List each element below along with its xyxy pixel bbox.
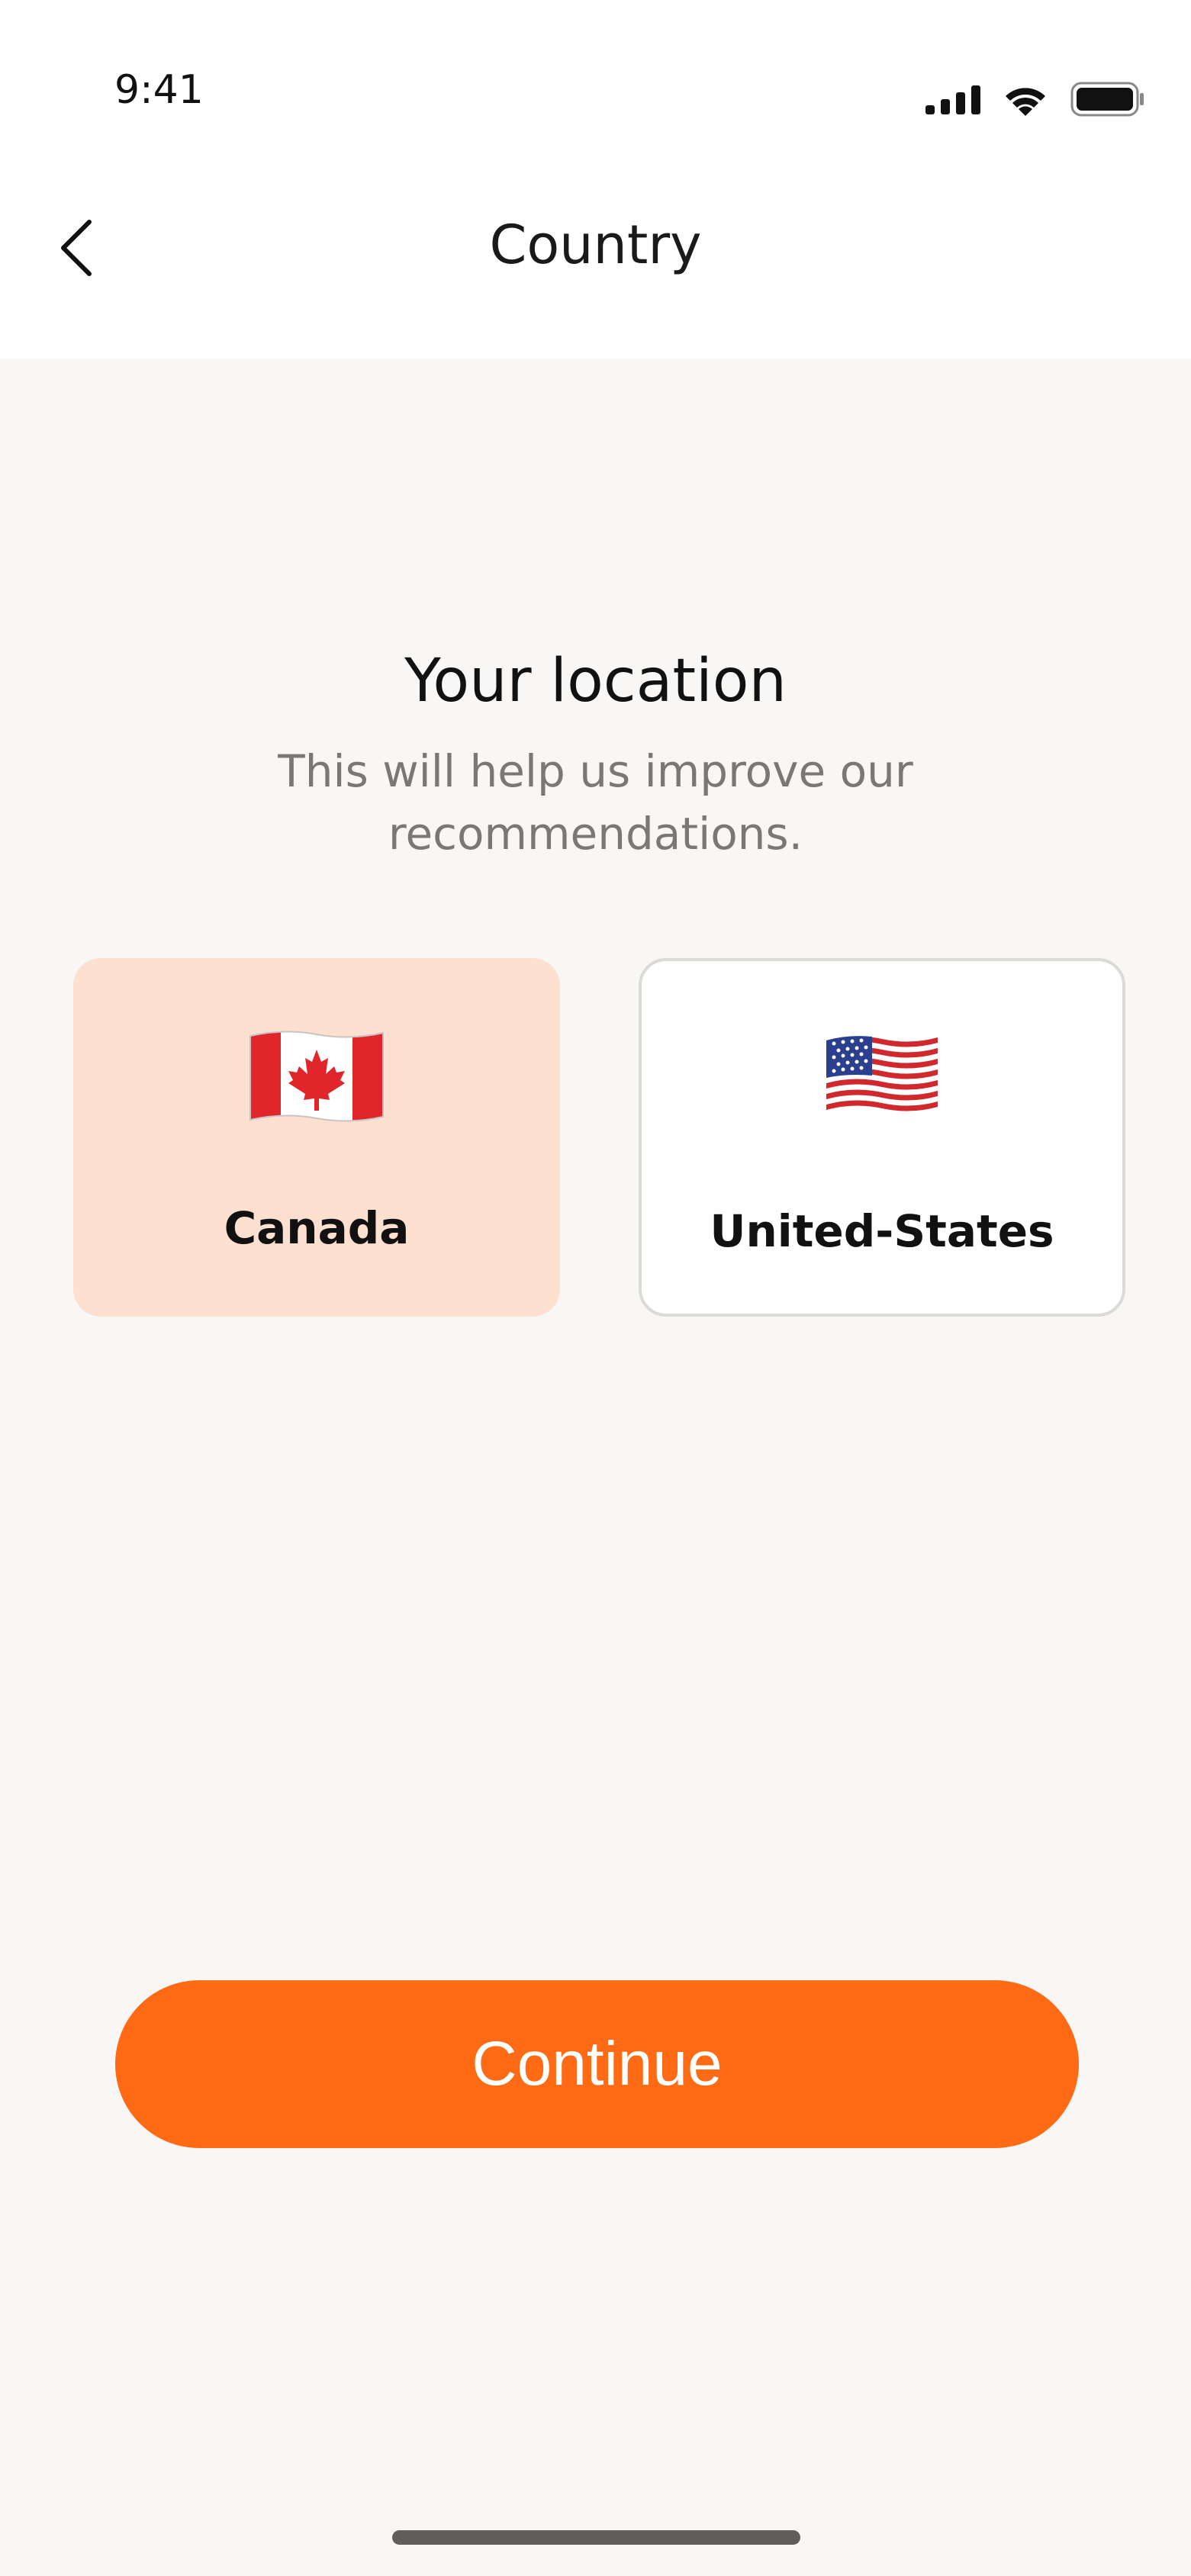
canada-flag-icon bbox=[249, 1031, 384, 1122]
country-option-canada[interactable]: Canada bbox=[73, 958, 560, 1317]
status-bar: 9:41 bbox=[0, 0, 1191, 153]
home-indicator bbox=[392, 2530, 800, 2545]
content-area: Your location This will help us improve … bbox=[0, 359, 1191, 2576]
us-flag-icon bbox=[826, 1036, 938, 1114]
country-label: United-States bbox=[710, 1205, 1054, 1257]
wifi-icon bbox=[1006, 88, 1045, 116]
country-label: Canada bbox=[224, 1202, 410, 1254]
country-screen: 9:41 Country Your location This will hel… bbox=[0, 0, 1191, 2576]
battery-icon bbox=[1070, 82, 1144, 117]
continue-button[interactable]: Continue bbox=[115, 1980, 1079, 2148]
section-heading: Your location bbox=[404, 647, 787, 716]
page-title: Country bbox=[489, 214, 702, 276]
section-subheading: This will help us improve our recommenda… bbox=[278, 745, 913, 860]
status-time: 9:41 bbox=[114, 67, 204, 113]
country-option-united-states[interactable]: United-States bbox=[639, 958, 1125, 1317]
status-icons bbox=[925, 80, 1145, 118]
cellular-signal-icon bbox=[925, 85, 980, 114]
